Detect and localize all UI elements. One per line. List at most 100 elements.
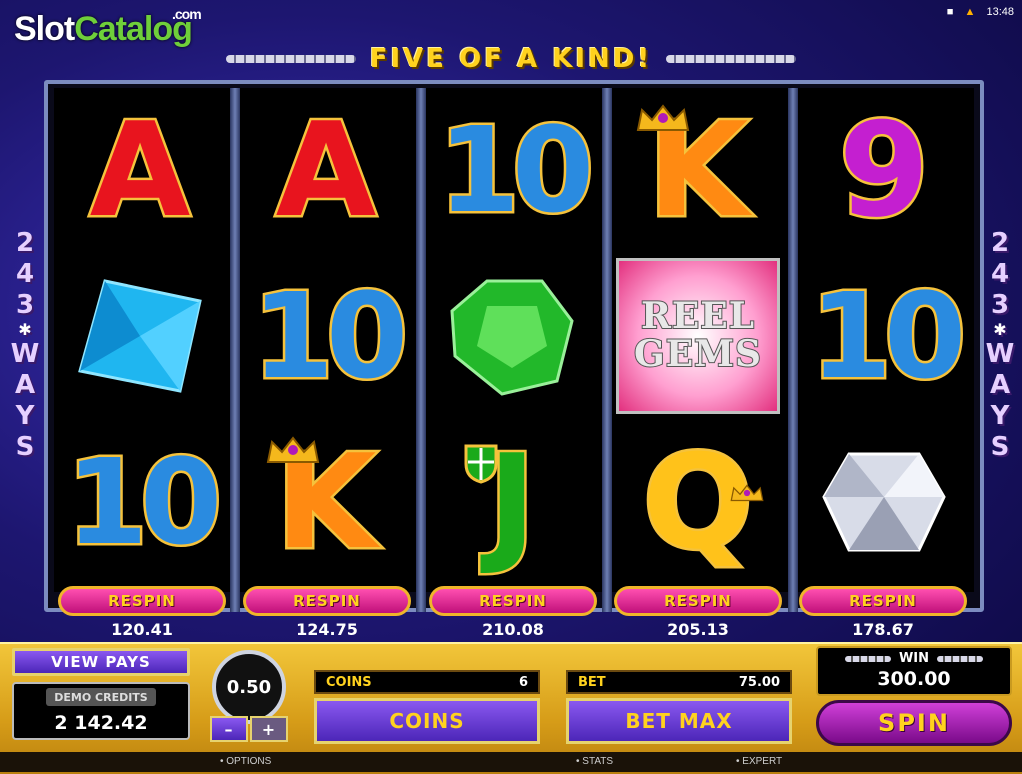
ways-char: Y [15,401,35,431]
shield-icon [464,444,498,484]
reel-gems-line2: GEMS [633,333,763,375]
reel-1: A 10 [54,88,230,592]
symbol-ace: A [273,94,379,246]
options-menu[interactable]: • OPTIONS [220,756,271,767]
ways-label-right: 2 4 3 ✱ W A Y S [985,228,1015,463]
ways-label-left: 2 4 3 ✱ W A Y S [10,228,40,463]
demo-credits-value: 2 142.42 [54,712,148,734]
symbol-ten: 10 [435,101,596,239]
symbol-cell: A [54,90,226,250]
stats-label: STATS [582,756,614,767]
win-dots-left [844,655,891,662]
banner-dots-right [666,55,797,63]
ways-char: 3 [15,290,35,320]
sound-icon[interactable]: ■ [947,6,954,18]
win-header: WIN [818,651,1010,666]
symbol-ten: 10 [63,433,224,571]
win-value: 300.00 [877,668,951,690]
symbol-cell: 10 [240,256,412,416]
symbol-cell: K [240,422,412,582]
status-bar: ■ ▲ 13:48 [939,6,1014,18]
ways-char: 4 [990,259,1010,289]
ways-char: S [15,432,35,462]
coin-increase-button[interactable]: + [250,716,288,742]
respin-button-5[interactable]: RESPIN [799,586,967,616]
banner-dots-left [225,55,356,63]
ways-char: 2 [990,228,1010,258]
respin-cost-1: 120.41 [111,620,173,639]
sparkle-icon: ✱ [993,320,1007,339]
respin-cost-4: 205.13 [667,620,729,639]
ways-char: W [10,339,40,369]
reel-4: K REEL GEMS Q [612,88,788,592]
symbol-cell: K [612,90,784,250]
coin-value-display: 0.50 [212,650,286,724]
symbol-cell: A [240,90,412,250]
reel-separator [788,88,798,612]
coins-button[interactable]: COINS [314,698,540,744]
coins-value: 6 [518,674,528,690]
respin-cost-5: 178.67 [852,620,914,639]
symbol-cell [426,256,598,416]
demo-credits-box: DEMO CREDITS 2 142.42 [12,682,190,740]
spin-button[interactable]: SPIN [816,700,1012,746]
symbol-cell [54,256,226,416]
view-pays-button[interactable]: VIEW PAYS [12,648,190,676]
expert-menu[interactable]: • EXPERT [736,756,782,767]
respin-button-2[interactable]: RESPIN [243,586,411,616]
crown-icon [266,436,320,463]
green-gem-icon [450,279,574,396]
symbol-ten: 10 [249,267,410,405]
coin-decrease-button[interactable]: – [210,716,248,742]
expert-label: EXPERT [742,756,783,767]
respin-button-4[interactable]: RESPIN [614,586,782,616]
clock-time: 13:48 [986,6,1014,18]
symbol-cell: REEL GEMS [612,256,784,416]
alert-icon: ▲ [964,6,976,18]
symbol-cell: 9 [798,90,970,250]
coins-label: COINS [326,674,372,690]
white-diamond-icon [822,452,946,552]
ways-char: A [14,370,36,400]
demo-credits-label: DEMO CREDITS [46,688,156,706]
reel-5: 9 10 [798,88,974,592]
ways-char: A [989,370,1011,400]
symbol-cell: 10 [426,90,598,250]
reel-separator [602,88,612,612]
symbol-ten: 10 [807,267,968,405]
options-label: OPTIONS [226,756,272,767]
ways-char: W [985,339,1015,369]
symbol-cell [798,422,970,582]
ways-char: 3 [990,290,1010,320]
bet-max-button[interactable]: BET MAX [566,698,792,744]
logo-suffix: .com [172,6,202,22]
win-banner: FIVE OF A KIND! [0,44,1022,74]
banner-text: FIVE OF A KIND! [369,44,653,74]
respin-button-3[interactable]: RESPIN [429,586,597,616]
ways-char: 2 [15,228,35,258]
reel-2: A 10 K [240,88,416,592]
symbol-cell: 10 [798,256,970,416]
respin-button-1[interactable]: RESPIN [58,586,226,616]
symbol-cell: Q [612,422,784,582]
win-label: WIN [898,651,930,666]
symbol-cell: 10 [54,422,226,582]
coins-display: COINS 6 [314,670,540,694]
ways-char: 4 [15,259,35,289]
bet-display: BET 75.00 [566,670,792,694]
blue-gem-icon [78,279,202,393]
win-dots-right [937,655,984,662]
reel-gems-line1: REEL [640,295,756,338]
reel-3: 10 J [426,88,602,592]
ways-char: S [990,432,1010,462]
respin-cost-2: 124.75 [296,620,358,639]
symbol-cell: J [426,422,598,582]
reel-separator [230,88,240,612]
symbol-ace: A [87,94,193,246]
reel-separator [416,88,426,612]
ways-char: Y [990,401,1010,431]
win-display: WIN 300.00 [816,646,1012,696]
sparkle-icon: ✱ [18,320,32,339]
stats-menu[interactable]: • STATS [576,756,613,767]
bottom-menu-bar: • OPTIONS • STATS • EXPERT [0,752,1022,772]
